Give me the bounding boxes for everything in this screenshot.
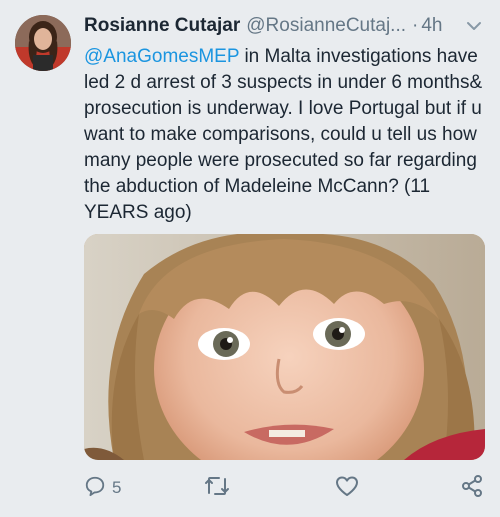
author-name[interactable]: Rosianne Cutajar — [84, 15, 240, 36]
tweet-body: in Malta investigations have led 2 d arr… — [84, 46, 483, 223]
retweet-icon[interactable] — [204, 475, 230, 502]
tweet-photo[interactable] — [84, 234, 485, 460]
tweet-header: Rosianne Cutajar @RosianneCutaj... · 4h — [84, 12, 484, 40]
mention-link[interactable]: @AnaGomesMEP — [84, 46, 239, 67]
like-button[interactable] — [335, 474, 365, 502]
tweet[interactable]: Rosianne Cutajar @RosianneCutaj... · 4h @An… — [0, 0, 500, 517]
share-icon[interactable] — [460, 474, 484, 503]
avatar[interactable] — [15, 15, 71, 71]
separator-dot: · — [412, 15, 419, 36]
share-button[interactable] — [460, 474, 484, 502]
reply-button[interactable]: 5 — [84, 474, 121, 502]
heart-icon[interactable] — [335, 475, 359, 502]
author-handle[interactable]: @RosianneCutaj... — [246, 15, 406, 36]
reply-icon[interactable] — [84, 475, 106, 502]
tweet-time[interactable]: 4h — [421, 15, 442, 36]
chevron-down-icon[interactable] — [464, 16, 484, 36]
tweet-actions: 5 — [84, 474, 494, 502]
retweet-button[interactable] — [204, 474, 236, 502]
tweet-text: @AnaGomesMEP in Malta investigations hav… — [84, 44, 490, 226]
reply-count: 5 — [112, 478, 122, 497]
